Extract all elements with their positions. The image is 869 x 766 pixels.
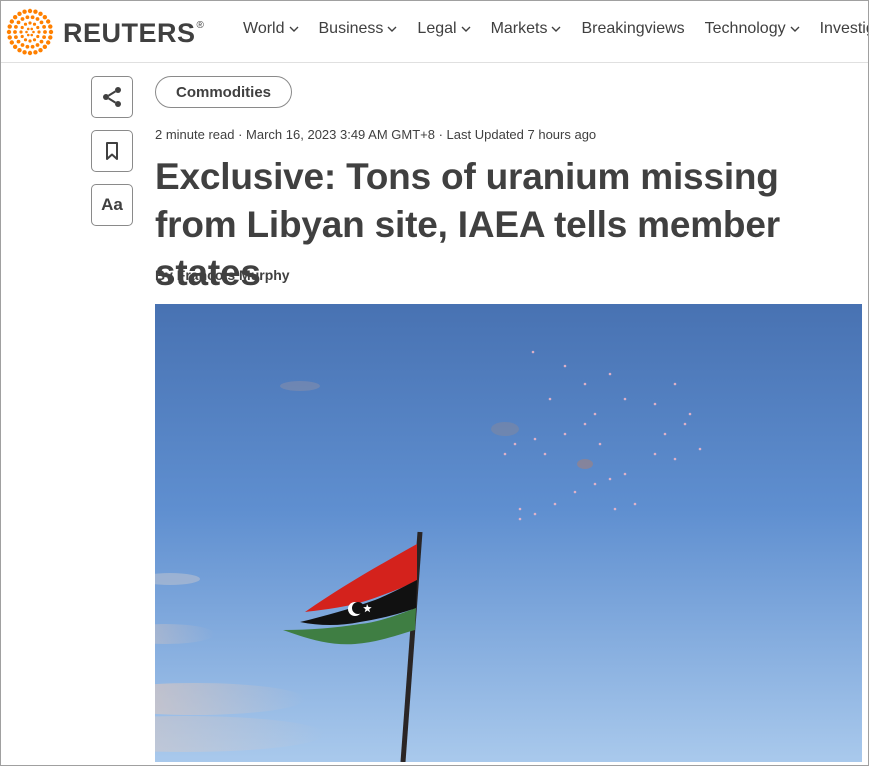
brand-name: REUTERS®	[63, 18, 205, 48]
nav-item-business[interactable]: Business	[319, 20, 398, 38]
nav-item-label: Markets	[490, 20, 548, 37]
author-link[interactable]: Francois Murphy	[177, 267, 290, 283]
nav-item-legal[interactable]: Legal	[417, 20, 471, 38]
chevron-down-icon	[790, 26, 800, 32]
nav-item-world[interactable]: World	[243, 20, 299, 38]
chevron-down-icon	[387, 26, 397, 32]
nav-item-markets[interactable]: Markets	[491, 20, 562, 38]
nav-item-breakingviews[interactable]: Breakingviews	[581, 20, 684, 38]
bookmark-icon	[106, 142, 118, 160]
chevron-down-icon	[461, 26, 471, 32]
font-size-label: Aa	[101, 195, 123, 214]
reuters-logo[interactable]: REUTERS®	[5, 7, 204, 56]
chevron-down-icon	[289, 26, 298, 32]
font-size-button[interactable]: Aa	[91, 184, 133, 226]
byline-prefix: By	[155, 267, 177, 283]
topic-tag-commodities[interactable]: Commodities	[155, 76, 293, 108]
byline: By Francois Murphy	[155, 267, 290, 283]
reuters-logo-mark	[6, 8, 54, 56]
article-hero-image[interactable]	[155, 304, 862, 762]
nav-item-technology[interactable]: Technology	[705, 20, 800, 38]
nav-item-label: Investiga	[819, 20, 868, 37]
browser-viewport: REUTERS® World Business Legal Markets Breaki…	[0, 0, 869, 766]
nav-item-label: Technology	[704, 20, 786, 37]
share-button[interactable]	[91, 76, 133, 118]
nav-item-label: World	[243, 20, 285, 37]
nav-item-label: Business	[318, 20, 384, 37]
article-meta: 2 minute read · March 16, 2023 3:49 AM G…	[155, 127, 597, 142]
share-icon	[103, 87, 121, 107]
nav-item-label: Breakingviews	[581, 20, 685, 37]
main-nav: World Business Legal Markets Breakingviews Te…	[243, 20, 868, 38]
site-header: REUTERS® World Business Legal Markets Breaki…	[1, 1, 868, 63]
libyan-flag-photo	[155, 304, 862, 762]
nav-item-investiga[interactable]: Investiga	[819, 20, 868, 38]
nav-item-label: Legal	[417, 20, 457, 37]
chevron-down-icon	[551, 26, 561, 32]
bookmark-button[interactable]	[91, 130, 133, 172]
